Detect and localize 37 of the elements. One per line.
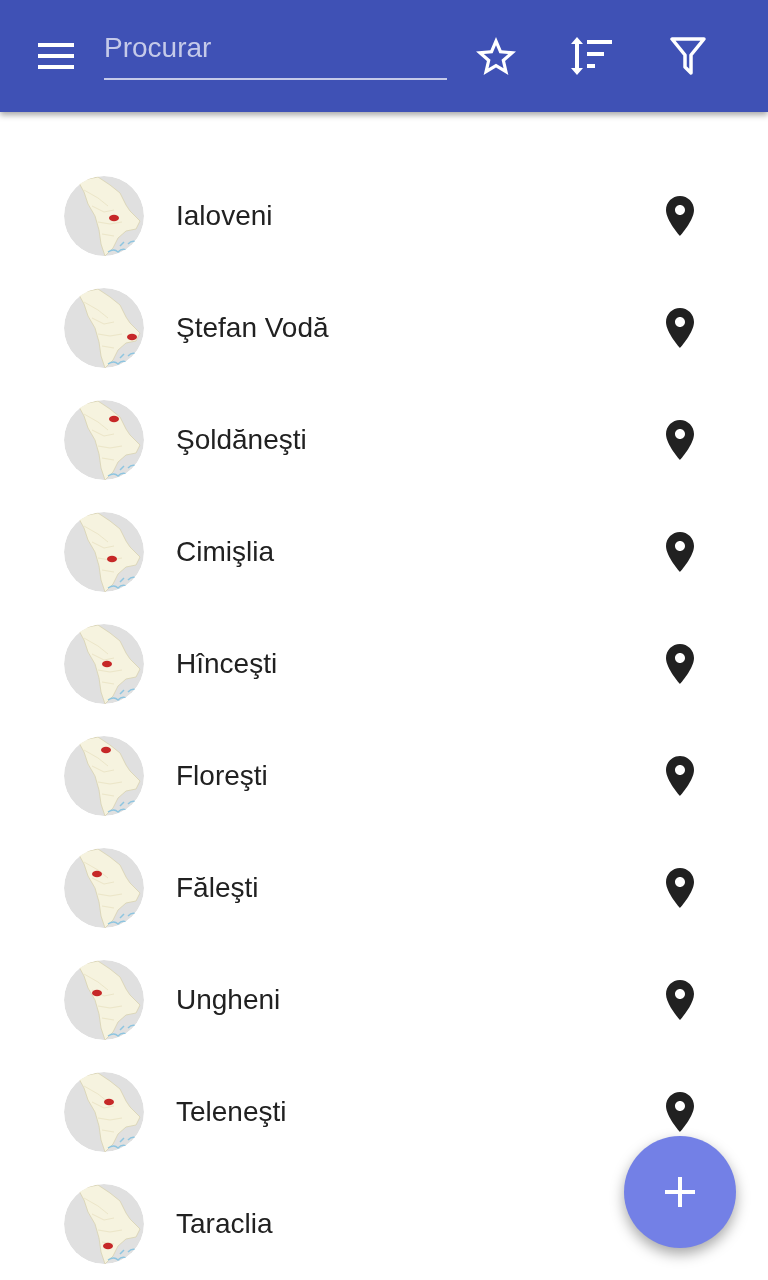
search-field[interactable]: Procurar	[104, 28, 447, 80]
district-map-icon	[64, 848, 144, 928]
district-map-icon	[64, 288, 144, 368]
district-map-icon	[64, 960, 144, 1040]
menu-icon	[38, 43, 74, 69]
district-map-icon	[64, 1184, 144, 1264]
district-map-icon	[64, 624, 144, 704]
district-map-icon	[64, 736, 144, 816]
district-name: Ştefan Vodă	[176, 311, 329, 345]
district-list-item[interactable]: Taraclia	[0, 1168, 768, 1280]
district-name: Şoldăneşti	[176, 423, 307, 457]
district-name: Cimişlia	[176, 535, 274, 569]
district-list-item[interactable]: Ialoveni	[0, 160, 768, 272]
plus-icon	[665, 1177, 695, 1207]
district-name: Taraclia	[176, 1207, 273, 1241]
district-list-item[interactable]: Ştefan Vodă	[0, 272, 768, 384]
district-name: Făleşti	[176, 871, 259, 905]
district-map-icon	[64, 512, 144, 592]
district-name: Floreşti	[176, 759, 268, 793]
filter-icon	[670, 37, 706, 75]
district-list-item[interactable]: Făleşti	[0, 832, 768, 944]
star-icon	[476, 37, 516, 75]
sort-icon	[570, 37, 612, 75]
district-list-item[interactable]: Cimişlia	[0, 496, 768, 608]
district-name: Ialoveni	[176, 199, 273, 233]
district-list-item[interactable]: Hînceşti	[0, 608, 768, 720]
district-name: Ungheni	[176, 983, 281, 1017]
district-list-item[interactable]: Floreşti	[0, 720, 768, 832]
district-map-icon	[64, 1072, 144, 1152]
district-list-item[interactable]: Ungheni	[0, 944, 768, 1056]
district-name: Hînceşti	[176, 647, 278, 681]
district-list-item[interactable]: Şoldăneşti	[0, 384, 768, 496]
district-map-icon	[64, 400, 144, 480]
district-list-item[interactable]: Teleneşti	[0, 1056, 768, 1168]
district-map-icon	[64, 176, 144, 256]
district-name: Teleneşti	[176, 1095, 287, 1129]
add-button[interactable]	[624, 1136, 736, 1248]
